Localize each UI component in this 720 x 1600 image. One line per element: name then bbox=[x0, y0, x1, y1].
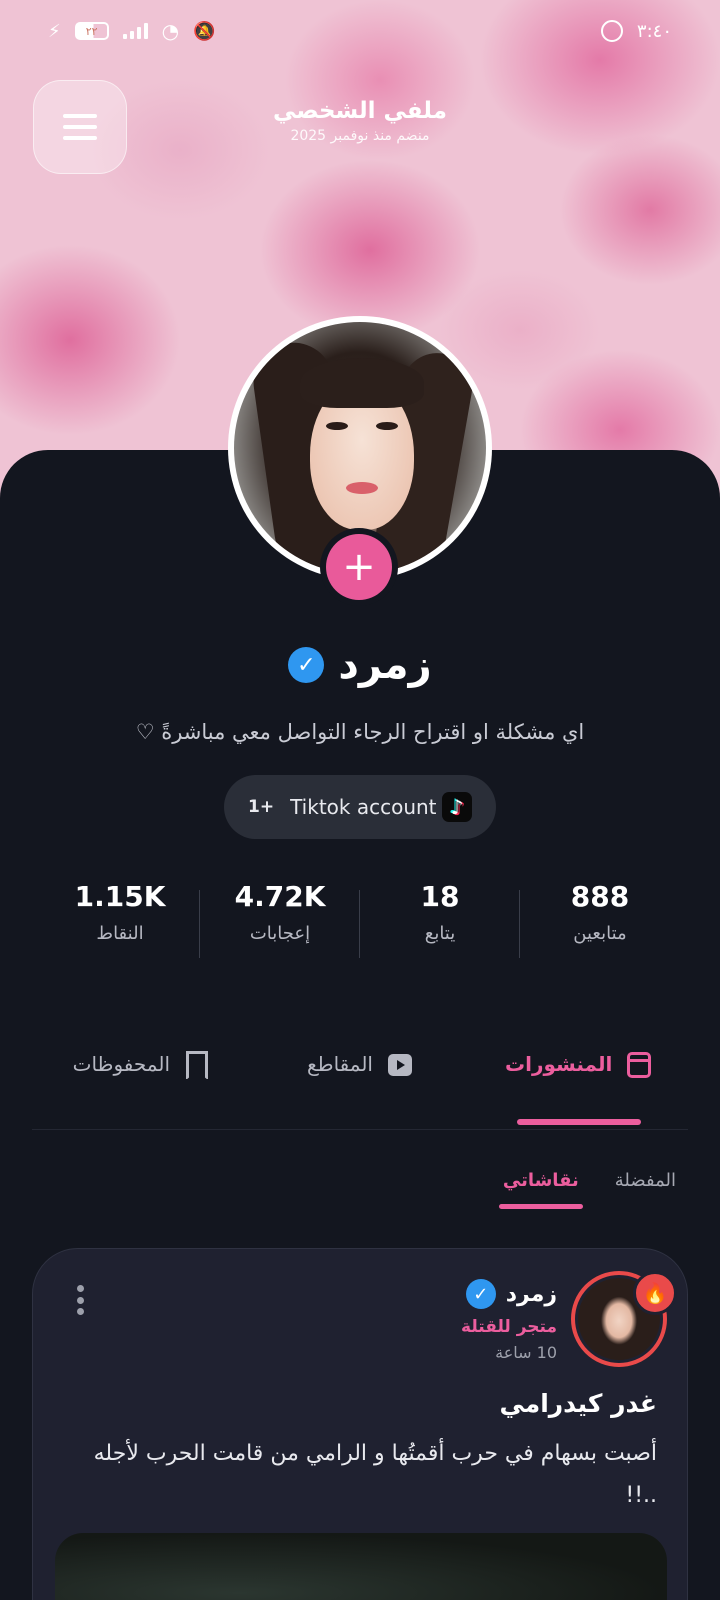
post-body: أصبت بسهام في حرب أقمتُها و الرامي من قا… bbox=[93, 1441, 657, 1508]
tiktok-icon: ♪ bbox=[442, 792, 472, 822]
subtab-my-discussions[interactable]: نقاشاتي bbox=[498, 1170, 583, 1209]
add-story-button[interactable]: + bbox=[320, 528, 398, 606]
hamburger-icon bbox=[63, 114, 97, 140]
charging-icon: ⚡ bbox=[48, 20, 61, 42]
stat-value: 18 bbox=[420, 880, 460, 913]
whatsapp-icon bbox=[600, 20, 623, 42]
battery-icon: ٢٢ bbox=[74, 22, 109, 40]
post-title: غدر كيدرامي bbox=[499, 1389, 657, 1418]
stat-value: 1.15K bbox=[74, 880, 166, 913]
tab-clips[interactable]: المقاطع bbox=[251, 1040, 470, 1129]
verified-check-icon: ✓ bbox=[465, 1279, 496, 1309]
post-author-row: زمرد ✓ bbox=[461, 1279, 557, 1309]
bookmark-icon bbox=[184, 1051, 210, 1080]
wifi-icon: ◔ bbox=[161, 19, 180, 43]
tiktok-link-button[interactable]: 1+ Tiktok account ♪ bbox=[224, 775, 496, 839]
content-tabs: المنشورات المقاطع المحفوظات bbox=[32, 1040, 688, 1130]
tab-label: المقاطع bbox=[307, 1052, 373, 1076]
stat-value: 4.72K bbox=[234, 880, 326, 913]
link-count: 1+ bbox=[248, 797, 275, 817]
stat-label: إعجابات bbox=[249, 923, 311, 944]
stat-value: 888 bbox=[570, 880, 630, 913]
profile-stats: 888 متابعين 18 يتابع 4.72K إعجابات 1.15K… bbox=[40, 880, 680, 960]
post-author-name[interactable]: زمرد bbox=[506, 1282, 557, 1307]
plus-icon: + bbox=[326, 534, 392, 600]
play-icon bbox=[387, 1052, 413, 1078]
stat-label: يتابع bbox=[424, 923, 456, 944]
mute-icon: 🔕 bbox=[193, 20, 216, 42]
profile-bio: اي مشكلة او اقتراح الرجاء التواصل معي مب… bbox=[135, 720, 585, 744]
post-meta: زمرد ✓ متجر للقتلة 10 ساعة bbox=[461, 1279, 557, 1362]
tab-posts[interactable]: المنشورات bbox=[469, 1040, 688, 1129]
tab-label: المنشورات bbox=[505, 1052, 613, 1076]
stat-label: النقاط bbox=[96, 923, 144, 944]
fire-icon: 🔥 bbox=[633, 1271, 677, 1315]
joined-date: منضم منذ نوفمبر 2025 bbox=[290, 128, 430, 144]
post-card[interactable]: 🔥 زمرد ✓ متجر للقتلة 10 ساعة غدر كيدرامي… bbox=[32, 1248, 688, 1600]
stat-points[interactable]: 1.15K النقاط bbox=[40, 880, 200, 960]
profile-name-row: ✓ زمرد bbox=[0, 642, 720, 688]
status-time: ٣:٤٠ bbox=[636, 20, 672, 42]
menu-button[interactable] bbox=[33, 80, 127, 174]
tab-label: المحفوظات bbox=[72, 1052, 171, 1076]
status-left: ⚡ ٢٢ ◔ 🔕 bbox=[48, 19, 216, 43]
stat-followers[interactable]: 888 متابعين bbox=[520, 880, 680, 960]
verified-check-icon: ✓ bbox=[288, 647, 325, 683]
document-icon bbox=[626, 1052, 652, 1078]
post-shop-link[interactable]: متجر للقتلة bbox=[461, 1317, 557, 1337]
signal-icon bbox=[122, 23, 148, 39]
status-right: ٣:٤٠ bbox=[600, 20, 672, 42]
status-bar: ⚡ ٢٢ ◔ 🔕 ٣:٤٠ bbox=[0, 14, 720, 48]
tab-saved[interactable]: المحفوظات bbox=[32, 1040, 251, 1129]
page-title: ملفي الشخصي bbox=[273, 98, 447, 124]
link-label: Tiktok account bbox=[290, 795, 437, 819]
post-media[interactable] bbox=[55, 1533, 667, 1600]
profile-name: زمرد bbox=[338, 642, 432, 688]
subtab-favorites[interactable]: المفضلة bbox=[615, 1170, 676, 1209]
sub-tabs: نقاشاتي المفضلة bbox=[498, 1170, 676, 1209]
stat-following[interactable]: 18 يتابع bbox=[360, 880, 520, 960]
stat-label: متابعين bbox=[573, 923, 627, 944]
stat-likes[interactable]: 4.72K إعجابات bbox=[200, 880, 360, 960]
more-vertical-icon[interactable] bbox=[77, 1285, 85, 1315]
post-time: 10 ساعة bbox=[495, 1343, 557, 1362]
